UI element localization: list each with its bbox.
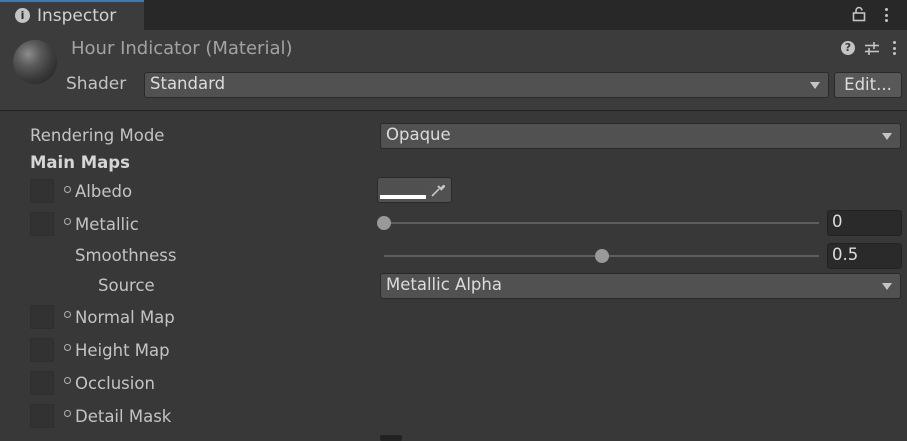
source-dropdown[interactable]: Metallic Alpha (380, 273, 901, 299)
albedo-texture-slot[interactable] (30, 179, 54, 203)
source-value: Metallic Alpha (386, 275, 502, 294)
metallic-value: 0 (832, 212, 843, 231)
height-map-texture-slot[interactable] (30, 338, 54, 362)
metallic-slider-track[interactable] (384, 222, 819, 224)
detail-mask-label: Detail Mask (75, 407, 172, 426)
albedo-label: Albedo (75, 182, 133, 201)
height-map-label: Height Map (75, 341, 170, 360)
info-icon: i (15, 8, 30, 23)
material-title: Hour Indicator (Material) (71, 38, 293, 59)
material-preview-sphere (13, 40, 57, 84)
texture-picker-icon[interactable] (64, 377, 71, 384)
smoothness-value: 0.5 (832, 245, 859, 264)
help-icon[interactable]: ? (841, 41, 855, 55)
shader-dropdown[interactable]: Standard (144, 72, 829, 98)
detail-mask-texture-slot[interactable] (30, 404, 54, 428)
tab-inspector[interactable]: i Inspector (0, 0, 144, 30)
shader-value: Standard (150, 74, 226, 93)
texture-picker-icon[interactable] (64, 218, 71, 225)
main-maps-heading: Main Maps (30, 153, 130, 172)
chevron-down-icon (882, 283, 892, 290)
normal-map-label: Normal Map (75, 308, 175, 327)
lock-icon[interactable] (852, 6, 866, 22)
smoothness-value-field[interactable]: 0.5 (827, 243, 902, 269)
rendering-mode-dropdown[interactable]: Opaque (380, 123, 901, 149)
rendering-mode-label: Rendering Mode (30, 126, 165, 145)
presets-icon[interactable] (864, 41, 880, 56)
smoothness-slider-handle[interactable] (594, 249, 609, 263)
smoothness-label: Smoothness (75, 246, 177, 265)
checkbox[interactable] (380, 435, 402, 441)
texture-picker-icon[interactable] (64, 344, 71, 351)
edit-shader-button[interactable]: Edit... (834, 72, 902, 98)
metallic-slider-handle[interactable] (377, 216, 391, 230)
eyedropper-icon[interactable] (430, 182, 446, 198)
chevron-down-icon (882, 133, 892, 140)
rendering-mode-value: Opaque (386, 125, 451, 144)
source-label: Source (98, 276, 155, 295)
tab-menu-icon[interactable] (885, 8, 889, 25)
metallic-texture-slot[interactable] (30, 212, 54, 236)
normal-map-texture-slot[interactable] (30, 305, 54, 329)
occlusion-label: Occlusion (75, 374, 155, 393)
tab-title: Inspector (37, 6, 117, 26)
metallic-label: Metallic (75, 215, 139, 234)
albedo-alpha-bar (380, 195, 426, 199)
albedo-color-field[interactable] (377, 177, 452, 203)
texture-picker-icon[interactable] (64, 186, 71, 193)
metallic-value-field[interactable]: 0 (827, 210, 902, 236)
header-menu-icon[interactable] (893, 41, 897, 58)
texture-picker-icon[interactable] (64, 410, 71, 417)
tab-bar: i Inspector (0, 0, 907, 30)
shader-label: Shader (66, 74, 127, 94)
albedo-color-swatch[interactable] (380, 180, 426, 199)
texture-picker-icon[interactable] (64, 311, 71, 318)
chevron-down-icon (810, 82, 820, 89)
occlusion-texture-slot[interactable] (30, 371, 54, 395)
